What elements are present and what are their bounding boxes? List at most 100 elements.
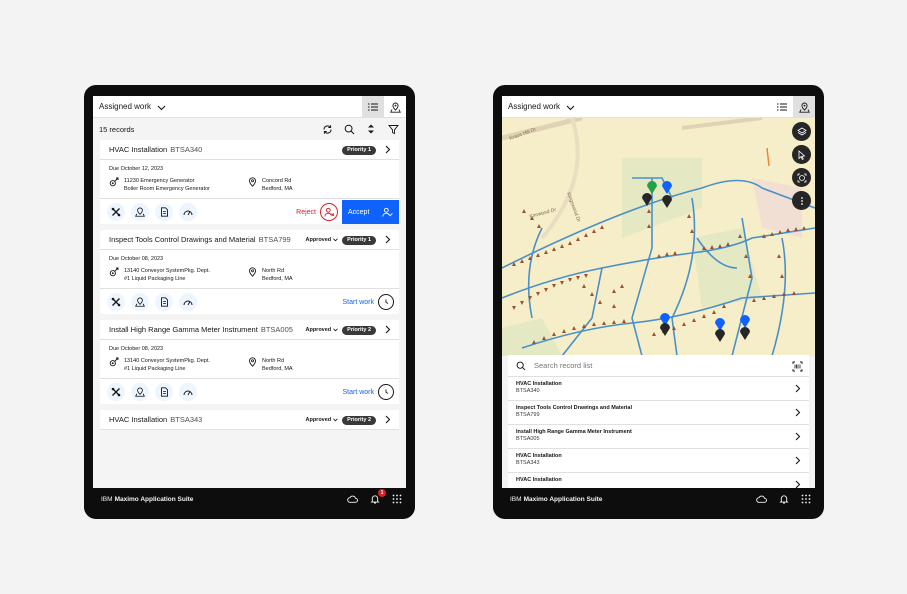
chevron-right-icon[interactable]	[385, 325, 391, 336]
record-list: HVAC Installation BTSA340 Inspect Tools …	[508, 377, 809, 488]
cursor-select-icon	[798, 149, 805, 160]
overflow-menu-button[interactable]	[792, 191, 811, 210]
card-header[interactable]: HVAC Installation BTSA343 Approved Prior…	[100, 410, 399, 430]
location-line-2: Bedford, MA	[262, 186, 293, 192]
asset-line-2: Boiler Room Emergency Generator	[124, 186, 210, 192]
brand-name: Maximo Application Suite	[114, 495, 194, 503]
reject-button[interactable]: Reject	[296, 203, 338, 221]
card-actions: Start work	[100, 288, 399, 314]
map-button[interactable]	[131, 202, 149, 221]
user-reject-icon	[323, 207, 334, 217]
chevron-right-icon[interactable]	[385, 415, 391, 426]
search-button[interactable]	[338, 118, 360, 140]
work-order-id: BTSA343	[170, 415, 203, 424]
center-location-button[interactable]	[792, 168, 811, 187]
user-accept-icon	[382, 207, 393, 217]
document-icon	[160, 296, 168, 307]
tablet-map-view: Assigned work Kraus Hill Dr Kingswood Dr…	[493, 85, 824, 519]
map-canvas[interactable]: Kraus Hill Dr Kingswood Dr Kimwood Dr	[502, 118, 815, 356]
map-view-button[interactable]	[384, 96, 406, 118]
list-item-title: HVAC Installation	[516, 453, 562, 459]
app-switcher-icon[interactable]	[392, 494, 402, 504]
status-tag[interactable]: Approved	[305, 417, 338, 423]
tools-button[interactable]	[107, 292, 125, 311]
list-item-id: BTSA340	[516, 388, 540, 394]
tablet-list-view: Assigned work 15 records HVAC Installati…	[84, 85, 415, 519]
app-switcher-icon[interactable]	[801, 494, 811, 504]
work-order-title: Install High Range Gamma Meter Instrumen…	[109, 325, 258, 334]
list-item[interactable]: Install High Range Gamma Meter Instrumen…	[508, 425, 809, 449]
list-item-title: HVAC Installation	[516, 381, 562, 387]
list-item[interactable]: Inspect Tools Control Drawings and Mater…	[508, 401, 809, 425]
list-item-id: BTSA343	[516, 460, 540, 466]
list-item-title: HVAC Installation	[516, 477, 562, 483]
list-item[interactable]: HVAC Installation	[508, 473, 809, 488]
chevron-right-icon	[795, 480, 801, 488]
sort-button[interactable]	[360, 118, 382, 140]
chevron-right-icon	[795, 456, 801, 468]
refresh-button[interactable]	[316, 118, 338, 140]
document-button[interactable]	[155, 292, 173, 311]
record-search-bar	[508, 355, 809, 377]
meter-button[interactable]	[179, 202, 197, 221]
barcode-scan-button[interactable]	[789, 358, 805, 374]
location-line-2: Bedford, MA	[262, 366, 293, 372]
search-input[interactable]	[534, 361, 754, 370]
start-work-button[interactable]: Start work	[342, 294, 394, 310]
card-header[interactable]: HVAC Installation BTSA340 Priority 1	[100, 140, 399, 160]
document-button[interactable]	[155, 202, 173, 221]
map-button[interactable]	[131, 382, 149, 401]
chevron-right-icon	[795, 408, 801, 420]
status-tag[interactable]: Approved	[305, 327, 338, 333]
records-count: 15 records	[99, 124, 135, 134]
document-icon	[160, 206, 168, 217]
list-view-button[interactable]	[362, 96, 384, 118]
chevron-right-icon[interactable]	[385, 145, 391, 156]
location-info: Concord Rd Bedford, MA	[248, 177, 293, 193]
clock-icon	[385, 389, 389, 394]
card-header[interactable]: Inspect Tools Control Drawings and Mater…	[100, 230, 399, 250]
work-order-card[interactable]: Install High Range Gamma Meter Instrumen…	[100, 320, 399, 404]
asset-icon	[109, 357, 119, 367]
work-order-card[interactable]: HVAC Installation BTSA340 Priority 1 Due…	[100, 140, 399, 224]
cloud-icon[interactable]	[756, 495, 767, 503]
card-header[interactable]: Install High Range Gamma Meter Instrumen…	[100, 320, 399, 340]
chevron-right-icon	[795, 384, 801, 396]
work-order-id: BTSA799	[258, 235, 291, 244]
work-order-id: BTSA340	[170, 145, 203, 154]
map-button[interactable]	[131, 292, 149, 311]
work-order-card[interactable]: HVAC Installation BTSA343 Approved Prior…	[100, 410, 399, 430]
accept-label: Accept	[348, 208, 370, 216]
chevron-down-icon[interactable]	[566, 98, 575, 116]
list-item[interactable]: HVAC Installation BTSA343	[508, 449, 809, 473]
notification-button[interactable]: 1	[370, 489, 386, 504]
meter-button[interactable]	[179, 292, 197, 311]
status-tag[interactable]: Approved	[305, 237, 338, 243]
chevron-right-icon[interactable]	[385, 235, 391, 246]
select-tool-button[interactable]	[792, 145, 811, 164]
view-selector-label[interactable]: Assigned work	[508, 102, 560, 111]
list-item[interactable]: HVAC Installation BTSA340	[508, 377, 809, 401]
filter-button[interactable]	[382, 118, 404, 140]
tools-icon	[111, 297, 121, 306]
app-header: Assigned work	[502, 96, 815, 118]
list-item-id: BTSA005	[516, 436, 540, 442]
map-image[interactable]: Kraus Hill Dr Kingswood Dr Kimwood Dr	[502, 118, 815, 356]
location-icon	[249, 177, 256, 187]
priority-tag: Priority 1	[342, 145, 376, 155]
accept-button[interactable]: Accept	[342, 200, 399, 224]
list-view-button[interactable]	[771, 96, 793, 118]
chevron-down-icon[interactable]	[157, 98, 166, 116]
view-selector-label[interactable]: Assigned work	[99, 102, 151, 111]
layers-button[interactable]	[792, 122, 811, 141]
notification-button[interactable]	[779, 494, 789, 504]
tools-button[interactable]	[107, 382, 125, 401]
work-order-card[interactable]: Inspect Tools Control Drawings and Mater…	[100, 230, 399, 314]
tools-button[interactable]	[107, 202, 125, 221]
document-button[interactable]	[155, 382, 173, 401]
start-work-button[interactable]: Start work	[342, 384, 394, 400]
map-view-button[interactable]	[793, 96, 815, 118]
work-order-title: Inspect Tools Control Drawings and Mater…	[109, 235, 256, 244]
meter-button[interactable]	[179, 382, 197, 401]
cloud-icon[interactable]	[347, 495, 358, 503]
